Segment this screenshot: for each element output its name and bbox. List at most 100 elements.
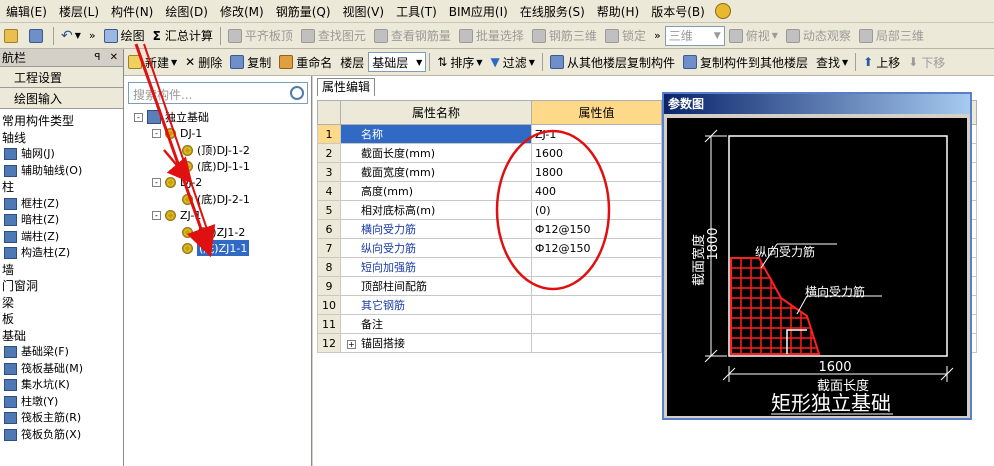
menu-item-8[interactable]: BIM应用(I) [443,3,514,20]
component-type-icon [4,346,17,359]
rename-button[interactable]: 重命名 [275,51,336,73]
menu-item-10[interactable]: 帮助(H) [591,3,645,20]
batch-select-button[interactable]: 批量选择 [455,25,528,47]
property-value-cell[interactable]: Ф12@150 [531,238,662,258]
property-value-cell[interactable] [531,314,662,334]
collapse-icon[interactable]: - [152,128,161,138]
property-value-cell[interactable]: ZJ-1 [531,124,662,144]
tree-node[interactable]: (底)ZJ1-1 [182,240,250,256]
tree-node[interactable]: (底)DJ-1-1 [182,158,250,174]
lock-button[interactable]: 锁定 [601,25,650,47]
view-mode-select[interactable]: 三维 ▼ [664,25,725,46]
component-category[interactable]: 常用构件类型 [0,113,123,130]
menu-item-11[interactable]: 版本号(B) [645,3,711,20]
flat-top-button[interactable]: 平齐板顶 [224,25,297,47]
collapse-icon[interactable]: - [152,210,161,220]
parameter-diagram-window[interactable]: 参数图 截面宽度 1800 1600 截面长度 纵向受力筋 横向受力筋 矩形独立… [662,92,972,420]
property-value-cell[interactable] [531,276,662,296]
collapse-icon[interactable]: - [152,177,161,187]
move-down-button[interactable]: ⬇ 下移 [904,51,949,73]
floor-select[interactable]: 基础层 ▼ [368,52,427,72]
find-element-button[interactable]: 查找图元 [297,25,370,47]
tree-node[interactable]: - DJ-1 [152,125,202,141]
tab-property-edit[interactable]: 属性编辑 [317,78,376,96]
component-type-item[interactable]: 基础梁(F) [0,344,123,361]
component-type-item[interactable]: 暗柱(Z) [0,212,123,229]
summary-button[interactable]: Σ 汇总计算 [149,25,217,47]
menu-item-3[interactable]: 绘图(D) [159,3,214,20]
menu-item-0[interactable]: 编辑(E) [0,3,53,20]
dynamic-view-button[interactable]: 动态观察 [782,25,855,47]
tree-root[interactable]: - 独立基础 [134,109,209,125]
user-face-icon[interactable] [714,3,731,19]
menu-item-9[interactable]: 在线服务(S) [514,3,591,20]
property-value-cell[interactable]: (0) [531,200,662,220]
property-value-cell[interactable] [531,257,662,277]
component-type-item[interactable]: 构造柱(Z) [0,245,123,262]
delete-icon: ✕ [185,55,196,69]
collapse-icon[interactable]: - [134,112,143,122]
property-value-cell[interactable]: Ф12@150 [531,219,662,239]
copy-from-floor-button[interactable]: 从其他楼层复制构件 [546,51,679,73]
sigma-icon: Σ [152,28,161,43]
menu-item-2[interactable]: 构件(N) [105,3,159,20]
property-value-cell[interactable] [531,333,662,353]
tree-node[interactable]: (底)DJ-2-1 [182,191,250,207]
tree-node[interactable]: - ZJ-1 [152,207,201,223]
component-type-item[interactable]: 筏板负筋(X) [0,427,123,444]
rebar-3d-button[interactable]: 钢筋三维 [528,25,601,47]
move-up-button[interactable]: ⬆ 上移 [859,51,904,73]
menu-item-7[interactable]: 工具(T) [390,3,443,20]
menu-item-4[interactable]: 修改(M) [214,3,270,20]
pin-close-icons[interactable]: ꟼ ✕ [94,52,121,63]
component-type-item[interactable]: 柱墩(Y) [0,394,123,411]
component-type-item[interactable]: 筏板主筋(R) [0,410,123,427]
save-button[interactable] [25,25,50,47]
component-category[interactable]: 墙 [0,262,123,279]
component-gear-icon [182,193,193,205]
component-category[interactable]: 门窗洞 [0,278,123,295]
top-view-button[interactable]: 俯视 ▼ [725,25,782,47]
component-category[interactable]: 轴线 [0,130,123,147]
view-rebar-button[interactable]: 查看钢筋量 [370,25,455,47]
copy-button[interactable]: 复制 [226,51,275,73]
property-value-cell[interactable] [531,295,662,315]
component-search-input[interactable]: 搜索构件... [128,82,308,104]
component-type-item[interactable]: 集水坑(K) [0,377,123,394]
sort-icon: ⇅ [437,55,448,69]
property-value-cell[interactable]: 400 [531,181,662,201]
property-value-cell[interactable]: 1600 [531,143,662,163]
project-settings-button[interactable]: 工程设置 [0,67,123,88]
expand-icon[interactable]: + [347,340,356,349]
menu-item-5[interactable]: 钢筋量(Q) [270,3,337,20]
component-category[interactable]: 板 [0,311,123,328]
component-type-item[interactable]: 端柱(Z) [0,229,123,246]
component-category[interactable]: 基础 [0,328,123,345]
component-type-item[interactable]: 轴网(J) [0,146,123,163]
search-icon[interactable] [290,86,304,100]
component-type-item[interactable]: 框柱(Z) [0,196,123,213]
property-value-cell[interactable]: 1800 [531,162,662,182]
delete-button[interactable]: ✕ 删除 [181,51,226,73]
find-button[interactable]: 查找 ▼ [812,51,852,73]
undo-button[interactable]: ↶ ▼ [57,25,85,47]
drawing-input-button[interactable]: 绘图输入 [0,88,123,109]
tree-node[interactable]: (顶)ZJ1-2 [182,224,245,240]
component-category[interactable]: 梁 [0,295,123,312]
overflow-icon[interactable]: » [85,25,100,47]
local-3d-button[interactable]: 局部三维 [855,25,928,47]
folder-button[interactable] [0,25,25,47]
tree-node[interactable]: (顶)DJ-1-2 [182,142,250,158]
overflow-icon[interactable]: » [650,25,665,47]
component-type-item[interactable]: 辅助轴线(O) [0,163,123,180]
new-button[interactable]: 新建 ▼ [124,51,181,73]
component-type-item[interactable]: 筏板基础(M) [0,361,123,378]
tree-node[interactable]: - DJ-2 [152,174,202,190]
menu-item-1[interactable]: 楼层(L) [53,3,105,20]
menu-item-6[interactable]: 视图(V) [337,3,391,20]
filter-button[interactable]: ▼ 过滤 ▼ [487,51,539,73]
sort-button[interactable]: ⇅ 排序 ▼ [433,51,486,73]
component-category[interactable]: 柱 [0,179,123,196]
copy-to-floor-button[interactable]: 复制构件到其他楼层 [679,51,812,73]
draw-button[interactable]: 绘图 [100,25,149,47]
